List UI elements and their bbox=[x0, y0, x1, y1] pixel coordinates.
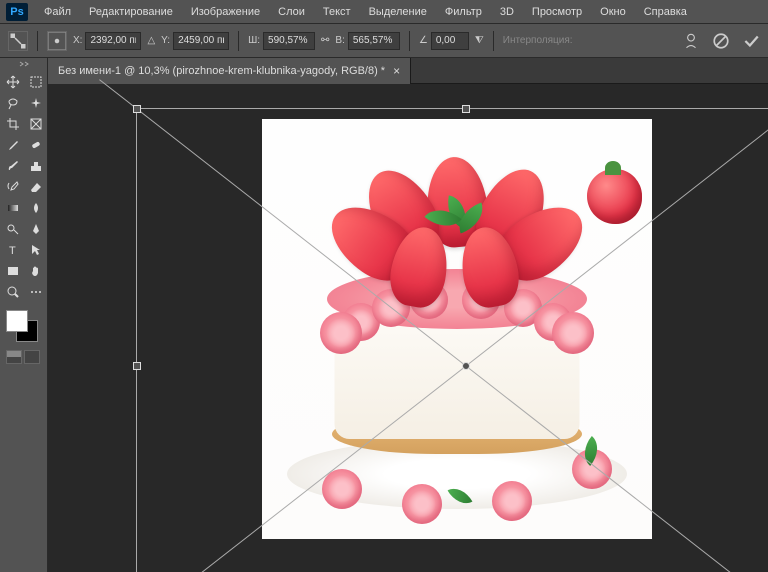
document-tab[interactable]: Без имени-1 @ 10,3% (pirozhnoe-krem-klub… bbox=[48, 58, 411, 84]
screen-mode-icon[interactable] bbox=[24, 350, 40, 364]
tab-close-icon[interactable]: × bbox=[393, 64, 400, 78]
svg-text:T: T bbox=[9, 245, 16, 257]
options-bar: X: △ Y: Ш: ⚯ В: ∠ ⧨ Интерполяция: bbox=[0, 24, 768, 58]
toolbar-expand-icon[interactable] bbox=[19, 61, 29, 69]
menu-view[interactable]: Просмотр bbox=[524, 3, 590, 21]
quick-mask-icon[interactable] bbox=[6, 350, 22, 364]
tool-blur[interactable] bbox=[25, 198, 47, 218]
tool-dodge[interactable] bbox=[2, 219, 24, 239]
menu-3d[interactable]: 3D bbox=[492, 3, 522, 21]
transform-ref-icon[interactable] bbox=[8, 31, 28, 51]
reference-point-icon[interactable] bbox=[47, 31, 67, 51]
menu-filter[interactable]: Фильтр bbox=[437, 3, 490, 21]
tool-brush[interactable] bbox=[2, 156, 24, 176]
cancel-transform-icon[interactable] bbox=[712, 32, 730, 50]
tool-spot-heal[interactable] bbox=[25, 135, 47, 155]
tool-crop[interactable] bbox=[2, 114, 24, 134]
h-field: В: bbox=[335, 32, 399, 50]
y-label: Y: bbox=[161, 35, 170, 46]
x-input[interactable] bbox=[85, 32, 141, 50]
canvas-area: Без имени-1 @ 10,3% (pirozhnoe-krem-klub… bbox=[48, 58, 768, 572]
angle-field: ∠ bbox=[419, 32, 469, 50]
tool-lasso[interactable] bbox=[2, 93, 24, 113]
menu-edit[interactable]: Редактирование bbox=[81, 3, 181, 21]
mint-leaf-icon bbox=[432, 189, 482, 239]
app-logo: Ps bbox=[6, 3, 28, 21]
w-field: Ш: bbox=[248, 32, 315, 50]
h-label: В: bbox=[335, 35, 344, 46]
tool-type[interactable]: T bbox=[2, 240, 24, 260]
transform-handle-l[interactable] bbox=[133, 362, 141, 370]
menu-layers[interactable]: Слои bbox=[270, 3, 313, 21]
document-tab-bar: Без имени-1 @ 10,3% (pirozhnoe-krem-klub… bbox=[48, 58, 768, 84]
menu-bar: Ps Файл Редактирование Изображение Слои … bbox=[0, 0, 768, 24]
tool-zoom[interactable] bbox=[2, 282, 24, 302]
w-label: Ш: bbox=[248, 35, 260, 46]
tool-history-brush[interactable] bbox=[2, 177, 24, 197]
tool-rectangle[interactable] bbox=[2, 261, 24, 281]
tool-clone[interactable] bbox=[25, 156, 47, 176]
tool-edit-toolbar[interactable] bbox=[25, 282, 47, 302]
menu-window[interactable]: Окно bbox=[592, 3, 634, 21]
document-image bbox=[262, 119, 652, 539]
tools-panel: T bbox=[0, 58, 48, 572]
menu-help[interactable]: Справка bbox=[636, 3, 695, 21]
tool-hand[interactable] bbox=[25, 261, 47, 281]
foreground-color-swatch[interactable] bbox=[6, 310, 28, 332]
triangle-icon[interactable]: △ bbox=[147, 35, 155, 46]
x-field: X: bbox=[73, 32, 141, 50]
tool-frame[interactable] bbox=[25, 114, 47, 134]
tool-quick-select[interactable] bbox=[25, 93, 47, 113]
commit-transform-icon[interactable] bbox=[742, 32, 760, 50]
tool-gradient[interactable] bbox=[2, 198, 24, 218]
tool-move[interactable] bbox=[2, 72, 24, 92]
tool-pen[interactable] bbox=[25, 219, 47, 239]
angle-input[interactable] bbox=[431, 32, 469, 50]
menu-image[interactable]: Изображение bbox=[183, 3, 268, 21]
tool-eyedropper[interactable] bbox=[2, 135, 24, 155]
menu-text[interactable]: Текст bbox=[315, 3, 359, 21]
h-input[interactable] bbox=[348, 32, 400, 50]
skew-h-icon[interactable]: ⧨ bbox=[475, 35, 484, 46]
y-input[interactable] bbox=[173, 32, 229, 50]
transform-handle-t[interactable] bbox=[462, 105, 470, 113]
interp-label: Интерполяция: bbox=[503, 35, 573, 46]
strawberry-icon bbox=[587, 169, 642, 224]
y-field: Y: bbox=[161, 32, 229, 50]
menu-file[interactable]: Файл bbox=[36, 3, 79, 21]
x-label: X: bbox=[73, 35, 82, 46]
tab-title: Без имени-1 @ 10,3% (pirozhnoe-krem-klub… bbox=[58, 65, 385, 77]
w-input[interactable] bbox=[263, 32, 315, 50]
angle-label: ∠ bbox=[419, 35, 428, 46]
menu-select[interactable]: Выделение bbox=[361, 3, 435, 21]
tool-eraser[interactable] bbox=[25, 177, 47, 197]
link-icon[interactable]: ⚯ bbox=[321, 35, 329, 46]
color-swatches[interactable] bbox=[6, 310, 42, 346]
tool-marquee[interactable] bbox=[25, 72, 47, 92]
warp-mode-icon[interactable] bbox=[682, 32, 700, 50]
canvas-viewport[interactable] bbox=[48, 84, 768, 572]
transform-handle-tl[interactable] bbox=[133, 105, 141, 113]
tool-path-select[interactable] bbox=[25, 240, 47, 260]
